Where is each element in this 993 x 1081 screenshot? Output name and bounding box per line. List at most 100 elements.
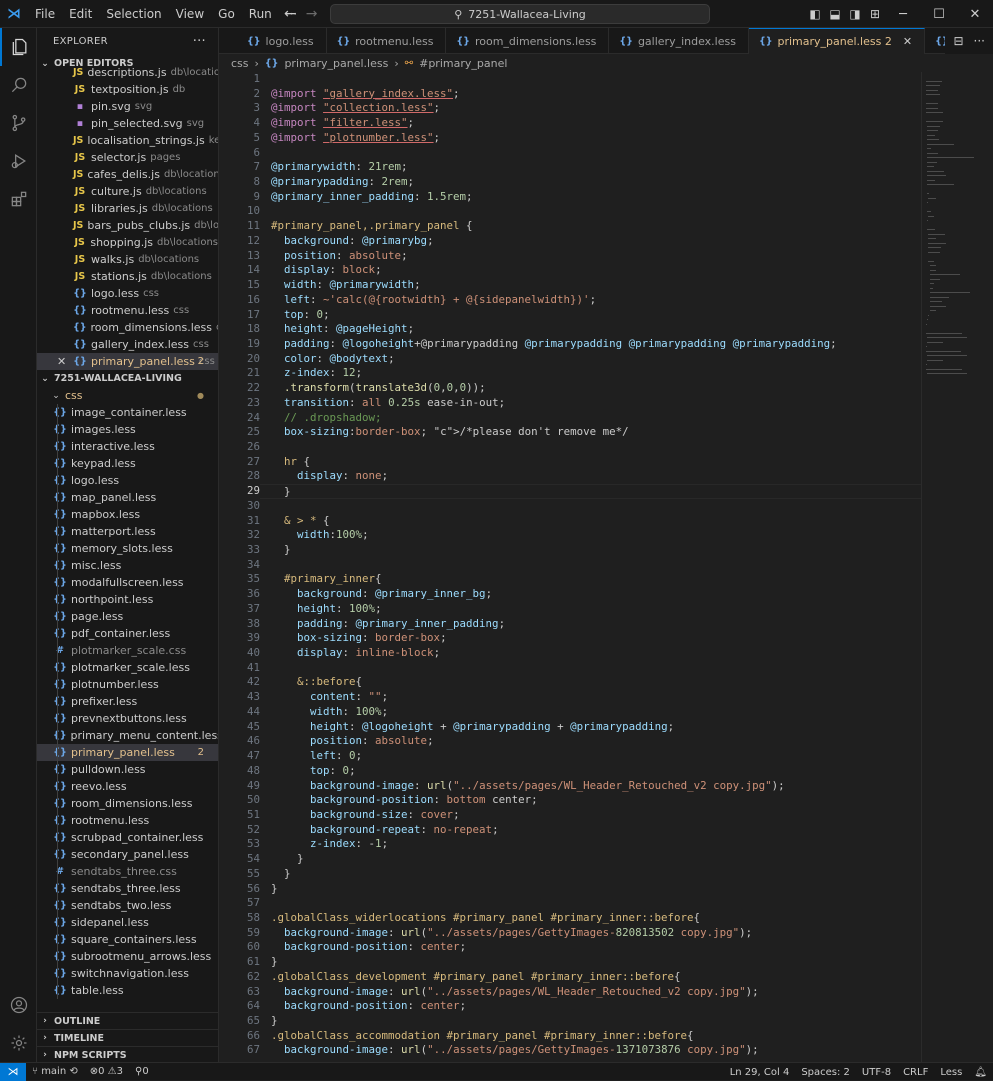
- toggle-secondary-sidebar-icon[interactable]: ◨: [845, 0, 865, 28]
- file-tree-item[interactable]: {} matterport.less: [37, 523, 218, 540]
- run-debug-icon[interactable]: [0, 142, 37, 180]
- tab-rootmenu[interactable]: {} rootmenu.less: [327, 28, 447, 54]
- code-line[interactable]: 65}: [219, 1014, 921, 1029]
- file-tree-item[interactable]: {} table.less: [37, 982, 218, 999]
- open-editor-item[interactable]: JS textposition.js db: [37, 81, 218, 98]
- code-line[interactable]: 31 & > * {: [219, 514, 921, 529]
- code-line[interactable]: 52 background-repeat: no-repeat;: [219, 823, 921, 838]
- code-line[interactable]: 37 height: 100%;: [219, 602, 921, 617]
- file-tree-item[interactable]: {} primary_panel.less 2: [37, 744, 218, 761]
- code-line[interactable]: 66 .globalClass_accommodation #primary_pa…: [219, 1029, 921, 1044]
- search-view-icon[interactable]: [0, 66, 37, 104]
- file-tree-item[interactable]: {} pdf_container.less: [37, 625, 218, 642]
- file-tree-item[interactable]: {} primary_menu_content.less: [37, 727, 218, 744]
- tab-primary-panel[interactable]: {} primary_panel.less 2 ✕: [748, 28, 926, 54]
- file-tree-item[interactable]: {} prefixer.less: [37, 693, 218, 710]
- code-line[interactable]: 1: [219, 72, 921, 87]
- file-tree-item[interactable]: {} plotnumber.less: [37, 676, 218, 693]
- code-line[interactable]: 6: [219, 146, 921, 161]
- customize-layout-icon[interactable]: ⊞: [865, 0, 885, 28]
- file-tree-item[interactable]: {} misc.less: [37, 557, 218, 574]
- file-tree-item[interactable]: {} reevo.less: [37, 778, 218, 795]
- code-line[interactable]: 23 transition: all 0.25s ease-in-out;: [219, 396, 921, 411]
- file-tree-item[interactable]: {} pulldown.less: [37, 761, 218, 778]
- code-line[interactable]: 15 width: @primarywidth;: [219, 278, 921, 293]
- breadcrumb-file[interactable]: primary_panel.less: [284, 57, 388, 70]
- tab-room-dimensions[interactable]: {} room_dimensions.less: [446, 28, 610, 54]
- code-line[interactable]: 40 display: inline-block;: [219, 646, 921, 661]
- file-tree-item[interactable]: {} northpoint.less: [37, 591, 218, 608]
- file-tree-item[interactable]: {} sendtabs_two.less: [37, 897, 218, 914]
- open-editor-item[interactable]: JSlocalisation_strings.jskeypa...: [37, 132, 218, 149]
- file-tree-item[interactable]: {} prevnextbuttons.less: [37, 710, 218, 727]
- open-editor-item[interactable]: {} rootmenu.less css: [37, 302, 218, 319]
- code-line[interactable]: 39 box-sizing: border-box;: [219, 631, 921, 646]
- open-editor-item[interactable]: JScafes_delis.jsdb\locations: [37, 166, 218, 183]
- breadcrumb-symbol[interactable]: #primary_panel: [419, 57, 507, 70]
- encoding[interactable]: UTF-8: [856, 1067, 897, 1078]
- code-line[interactable]: 48 top: 0;: [219, 764, 921, 779]
- code-line[interactable]: 12 background: @primarybg;: [219, 234, 921, 249]
- problems-indicator[interactable]: ⊗0 ⚠3: [84, 1066, 129, 1077]
- code-line[interactable]: 33 }: [219, 543, 921, 558]
- more-actions-icon[interactable]: ···: [974, 34, 985, 48]
- file-tree-item[interactable]: {} square_containers.less: [37, 931, 218, 948]
- code-line[interactable]: 57: [219, 896, 921, 911]
- file-tree-item[interactable]: {} image_container.less: [37, 404, 218, 421]
- indentation[interactable]: Spaces: 2: [795, 1067, 856, 1078]
- code-line[interactable]: 20 color: @bodytext;: [219, 352, 921, 367]
- language-mode[interactable]: Less: [934, 1067, 968, 1078]
- file-tree-item[interactable]: {} sendtabs_three.less: [37, 880, 218, 897]
- code-line[interactable]: 11 #primary_panel,.primary_panel {: [219, 219, 921, 234]
- file-tree-item[interactable]: {} mapbox.less: [37, 506, 218, 523]
- code-line[interactable]: 49 background-image: url("../assets/page…: [219, 779, 921, 794]
- code-line[interactable]: 59 background-image: url("../assets/page…: [219, 926, 921, 941]
- open-editor-item[interactable]: ✕{} primary_panel.less css 2: [37, 353, 218, 370]
- code-line[interactable]: 58 .globalClass_widerlocations #primary_p…: [219, 911, 921, 926]
- code-line[interactable]: 45 height: @logoheight + @primarypadding…: [219, 720, 921, 735]
- toggle-panel-icon[interactable]: ⬓: [825, 0, 845, 28]
- file-tree-item[interactable]: {} plotmarker_scale.less: [37, 659, 218, 676]
- file-tree-item[interactable]: {} images.less: [37, 421, 218, 438]
- code-line[interactable]: 32 width:100%;: [219, 528, 921, 543]
- open-editor-item[interactable]: JS libraries.js db\locations: [37, 200, 218, 217]
- code-line[interactable]: 8 @primarypadding: 2rem;: [219, 175, 921, 190]
- file-tree-item[interactable]: {} room_dimensions.less: [37, 795, 218, 812]
- menu-item[interactable]: Selection: [99, 0, 168, 28]
- command-center-search[interactable]: ⚲ 7251-Wallacea-Living: [330, 4, 710, 24]
- open-editor-item[interactable]: ▪ pin.svg svg: [37, 98, 218, 115]
- outline-section[interactable]: › OUTLINE: [37, 1012, 218, 1029]
- code-line[interactable]: 35 #primary_inner{: [219, 572, 921, 587]
- code-line[interactable]: 25 box-sizing:border-box; "c">/*please d…: [219, 425, 921, 440]
- code-line[interactable]: 3 @import "collection.less";: [219, 101, 921, 116]
- accounts-icon[interactable]: [0, 986, 37, 1024]
- forward-arrow-icon[interactable]: →: [306, 6, 318, 22]
- code-line[interactable]: 53 z-index: -1;: [219, 837, 921, 852]
- cursor-position[interactable]: Ln 29, Col 4: [724, 1067, 796, 1078]
- code-line[interactable]: 9 @primary_inner_padding: 1.5rem;: [219, 190, 921, 205]
- close-window-button[interactable]: ✕: [957, 0, 993, 28]
- file-tree-item[interactable]: {} rootmenu.less: [37, 812, 218, 829]
- code-line[interactable]: 67 background-image: url("../assets/page…: [219, 1043, 921, 1058]
- source-control-icon[interactable]: [0, 104, 37, 142]
- open-editor-item[interactable]: {} logo.less css: [37, 285, 218, 302]
- file-tree-item[interactable]: {} map_panel.less: [37, 489, 218, 506]
- code-line[interactable]: 5 @import "plotnumber.less";: [219, 131, 921, 146]
- file-tree-item[interactable]: {} scrubpad_container.less: [37, 829, 218, 846]
- tab-gallery-index[interactable]: {} gallery_index.less: [609, 28, 749, 54]
- open-editor-item[interactable]: JS shopping.js db\locations: [37, 234, 218, 251]
- code-line[interactable]: 63 background-image: url("../assets/page…: [219, 985, 921, 1000]
- tab-logo[interactable]: {} logo.less: [237, 28, 327, 54]
- code-editor[interactable]: 1 2 @import "gallery_index.less"; 3 @import …: [219, 72, 921, 1062]
- code-line[interactable]: 60 background-position: center;: [219, 940, 921, 955]
- code-line[interactable]: 62 .globalClass_development #primary_pane…: [219, 970, 921, 985]
- menu-item[interactable]: View: [169, 0, 211, 28]
- file-tree-item[interactable]: {} subrootmenu_arrows.less: [37, 948, 218, 965]
- breadcrumb-folder[interactable]: css: [231, 57, 249, 70]
- back-arrow-icon[interactable]: ←: [284, 6, 296, 22]
- file-tree-item[interactable]: {} secondary_panel.less: [37, 846, 218, 863]
- code-line[interactable]: 26: [219, 440, 921, 455]
- code-line[interactable]: 47 left: 0;: [219, 749, 921, 764]
- menu-item[interactable]: Run: [242, 0, 279, 28]
- folder-css[interactable]: ⌄ css ●: [37, 387, 218, 404]
